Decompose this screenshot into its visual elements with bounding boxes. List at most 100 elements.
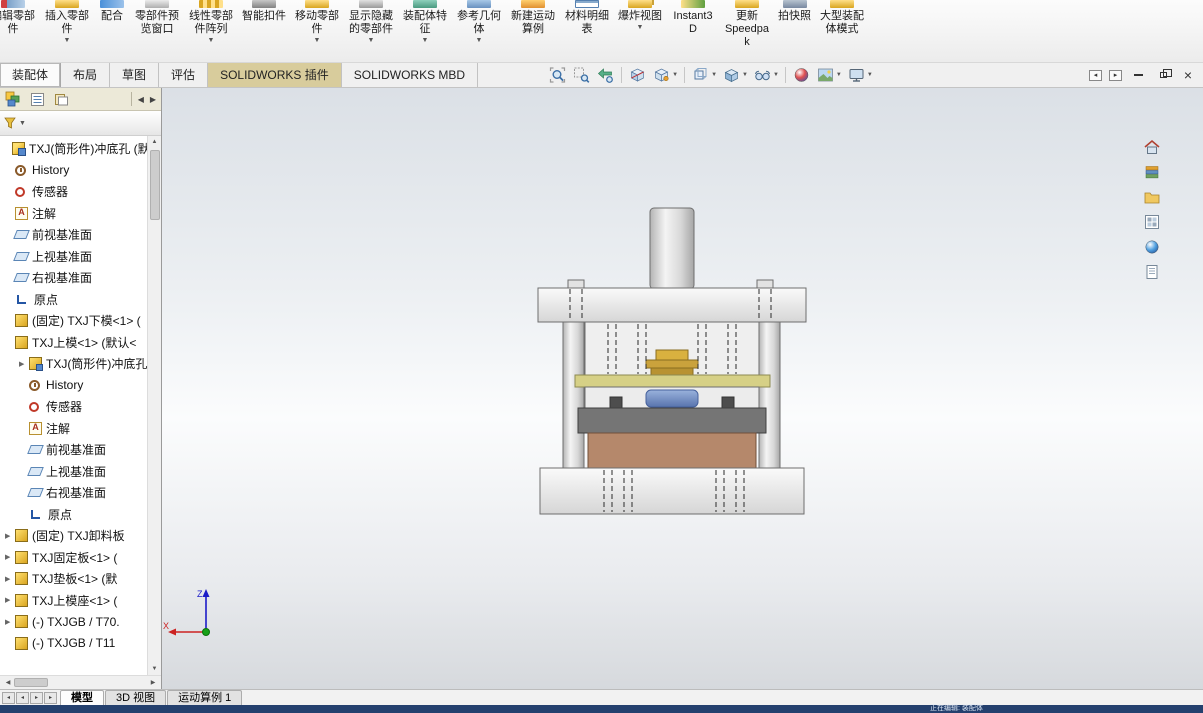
tree-horizontal-scrollbar[interactable]: ◀ ▶ [0, 675, 161, 689]
ribbon-instant3d[interactable]: Instant3D [666, 0, 720, 62]
ribbon-show-hidden-components[interactable]: 显示隐藏的零部件 ▼ [344, 0, 398, 62]
model-part-fixing-plate[interactable] [584, 386, 760, 409]
tab-sketch[interactable]: 草图 [110, 63, 160, 87]
pane-left-button[interactable]: ◂ [1089, 69, 1102, 81]
design-library-button[interactable] [1143, 163, 1161, 181]
configuration-manager-tab[interactable] [54, 92, 69, 107]
ribbon-reference-geometry[interactable]: 参考几何体 ▼ [452, 0, 506, 62]
expand-arrow-icon[interactable]: ▶ [5, 532, 15, 540]
panel-scroll-right-icon[interactable]: ▶ [150, 95, 156, 104]
tree-top-plane[interactable]: 上视基准面 [0, 246, 147, 268]
ribbon-update-speedpak[interactable]: 更新Speedpak [720, 0, 774, 62]
dropdown-caret-icon[interactable]: ▼ [422, 37, 429, 45]
edit-appearance-button[interactable] [790, 63, 813, 87]
dropdown-caret-icon[interactable]: ▼ [314, 37, 321, 45]
annotation-views-button[interactable]: ▼ [650, 63, 680, 87]
display-style-button[interactable]: ▼ [720, 63, 750, 87]
pane-right-button[interactable]: ▸ [1109, 69, 1122, 81]
tree-front-plane[interactable]: 前视基准面 [0, 224, 147, 246]
expand-arrow-icon[interactable]: ▶ [5, 553, 15, 561]
tree-txj-fixing-plate[interactable]: ▶ TXJ固定板<1> ( [0, 547, 147, 569]
tree-sub-assembly-doc[interactable]: ▶ TXJ(筒形件)冲底孔 [0, 353, 147, 375]
file-explorer-button[interactable] [1143, 188, 1161, 206]
tree-vertical-scrollbar[interactable]: ▲ ▼ [147, 136, 161, 675]
tree-txj-backing-plate[interactable]: ▶ TXJ垫板<1> (默 [0, 568, 147, 590]
view-orientation-button[interactable]: ▼ [689, 63, 719, 87]
expand-arrow-icon[interactable]: ▶ [19, 360, 29, 368]
custom-properties-button[interactable] [1143, 263, 1161, 281]
tree-right-plane[interactable]: 右视基准面 [0, 267, 147, 289]
minimize-button[interactable] [1129, 67, 1147, 83]
ribbon-large-assembly-mode[interactable]: 大型装配体模式 [815, 0, 869, 62]
expand-arrow-icon[interactable]: ▶ [5, 596, 15, 604]
dropdown-caret-icon[interactable]: ▼ [208, 37, 215, 45]
scroll-thumb[interactable] [14, 678, 48, 687]
ribbon-exploded-view[interactable]: 爆炸视图 ▼ [614, 0, 666, 62]
dropdown-caret-icon[interactable]: ▼ [476, 37, 483, 45]
model-part-base-plate[interactable] [539, 467, 805, 515]
dropdown-caret-icon[interactable]: ▼ [742, 72, 748, 78]
dropdown-caret-icon[interactable]: ▼ [711, 72, 717, 78]
dropdown-caret-icon[interactable]: ▼ [773, 72, 779, 78]
feature-manager-tab[interactable] [5, 91, 21, 107]
ribbon-insert-components[interactable]: 插入零部件 ▼ [40, 0, 94, 62]
tree-txjgb-t70[interactable]: ▶ (-) TXJGB / T70. [0, 611, 147, 633]
tree-front-plane-2[interactable]: 前视基准面 [0, 439, 147, 461]
ribbon-linear-component-pattern[interactable]: 线性零部件阵列 ▼ [184, 0, 238, 62]
dropdown-caret-icon[interactable]: ▼ [836, 72, 842, 78]
tree-txj-upper-die-holder[interactable]: ▶ TXJ上模座<1> ( [0, 590, 147, 612]
expand-arrow-icon[interactable]: ▶ [5, 618, 15, 626]
tree-sensors-2[interactable]: 传感器 [0, 396, 147, 418]
graphics-viewport[interactable]: Z X [162, 88, 1203, 689]
zoom-to-fit-button[interactable] [546, 63, 569, 87]
tree-right-plane-2[interactable]: 右视基准面 [0, 482, 147, 504]
tree-history-2[interactable]: History [0, 375, 147, 397]
tree-origin-2[interactable]: 原点 [0, 504, 147, 526]
filter-caret-icon[interactable]: ▼ [19, 120, 26, 127]
filter-funnel-icon[interactable] [4, 117, 17, 130]
close-button[interactable]: × [1179, 67, 1197, 83]
scroll-left-icon[interactable]: ◀ [2, 679, 14, 686]
tree-annotations-2[interactable]: 注解 [0, 418, 147, 440]
dropdown-caret-icon[interactable]: ▼ [637, 24, 644, 32]
scroll-up-icon[interactable]: ▲ [152, 136, 158, 148]
ribbon-take-snapshot[interactable]: 拍快照 [774, 0, 815, 62]
dropdown-caret-icon[interactable]: ▼ [672, 72, 678, 78]
restore-button[interactable] [1154, 67, 1172, 83]
tree-txjgb-t11[interactable]: (-) TXJGB / T11 [0, 633, 147, 655]
expand-arrow-icon[interactable]: ▶ [5, 575, 15, 583]
tab-solidworks-mbd[interactable]: SOLIDWORKS MBD [341, 63, 479, 87]
ribbon-smart-fasteners[interactable]: 智能扣件 [238, 0, 290, 62]
bottom-tab-model[interactable]: 模型 [60, 690, 104, 705]
ribbon-new-motion-study[interactable]: 新建运动算例 [506, 0, 560, 62]
tree-history[interactable]: History [0, 160, 147, 182]
tab-scroll-next-button[interactable]: ▸ [30, 692, 43, 704]
tab-scroll-first-button[interactable]: ◂ [2, 692, 15, 704]
zoom-to-area-button[interactable] [570, 63, 593, 87]
bottom-tab-motion-study-1[interactable]: 运动算例 1 [167, 690, 243, 705]
solidworks-resources-button[interactable] [1143, 138, 1161, 156]
hide-show-items-button[interactable]: ▼ [751, 63, 781, 87]
section-view-button[interactable] [626, 63, 649, 87]
tab-solidworks-addins[interactable]: SOLIDWORKS 插件 [208, 63, 342, 87]
dropdown-caret-icon[interactable]: ▼ [867, 72, 873, 78]
ribbon-edit-component[interactable]: 编辑零部件 [0, 0, 40, 62]
ribbon-assembly-features[interactable]: 装配体特征 ▼ [398, 0, 452, 62]
view-settings-button[interactable]: ▼ [845, 63, 875, 87]
model-view[interactable] [162, 88, 1203, 689]
tree-root-assembly[interactable]: TXJ(筒形件)冲底孔 (默认< [0, 138, 147, 160]
ribbon-component-preview-window[interactable]: 零部件预览窗口 [130, 0, 184, 62]
model-part-lower-block[interactable] [587, 432, 757, 469]
tab-scroll-prev-button[interactable]: ◂ [16, 692, 29, 704]
bottom-tab-3d-views[interactable]: 3D 视图 [105, 690, 167, 705]
view-palette-button[interactable] [1143, 213, 1161, 231]
model-part-shank[interactable] [649, 207, 695, 290]
scroll-down-icon[interactable]: ▼ [152, 663, 158, 675]
model-part-stripper-plate[interactable] [574, 374, 771, 388]
model-part-die-plate[interactable] [577, 407, 767, 434]
dropdown-caret-icon[interactable]: ▼ [64, 37, 71, 45]
previous-view-button[interactable] [594, 63, 617, 87]
tree-top-plane-2[interactable]: 上视基准面 [0, 461, 147, 483]
tab-layout[interactable]: 布局 [61, 63, 111, 87]
ribbon-bill-of-materials[interactable]: 材料明细表 [560, 0, 614, 62]
